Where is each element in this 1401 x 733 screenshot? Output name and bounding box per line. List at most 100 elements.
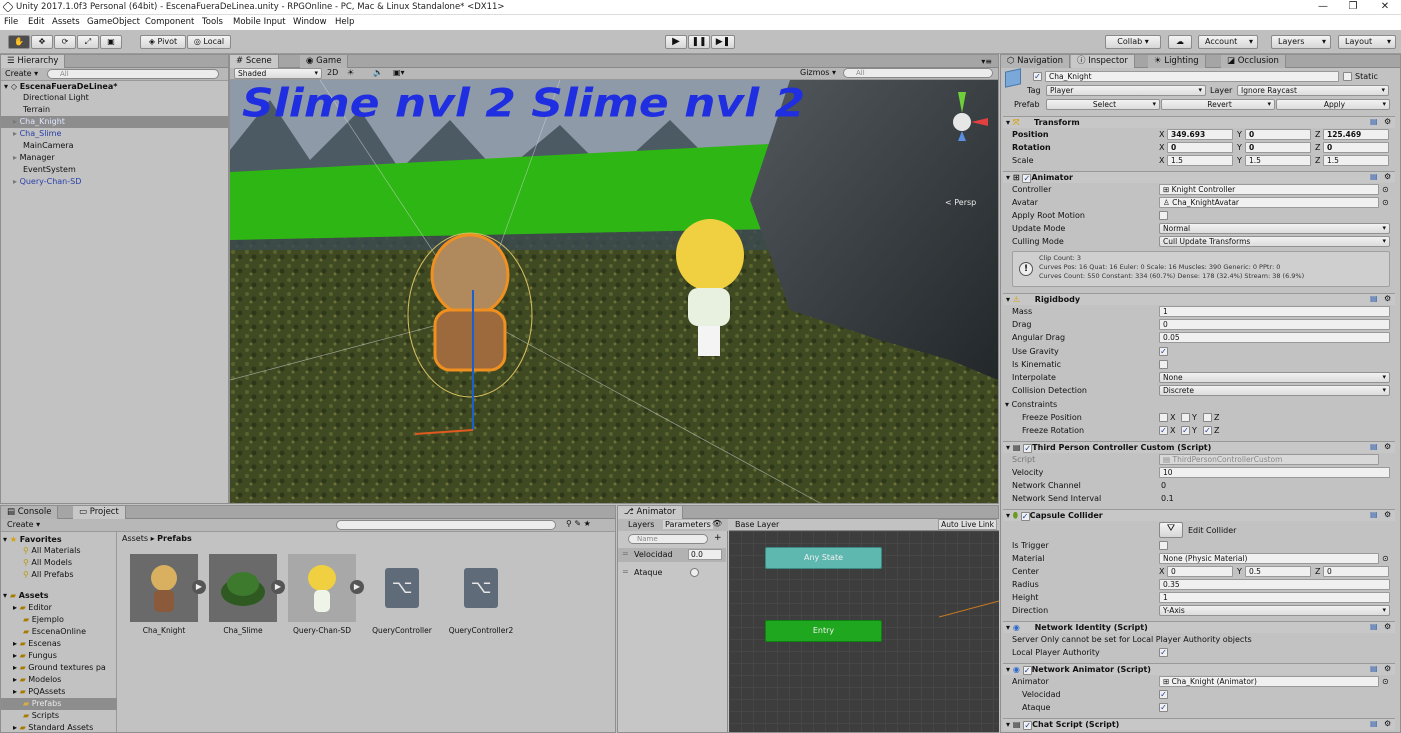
help-book-icon[interactable]: ▤ bbox=[1370, 622, 1378, 631]
folder-ejemplo[interactable]: ▰ Ejemplo bbox=[1, 614, 116, 626]
tab-inspector[interactable]: ⓘ Inspector bbox=[1071, 55, 1135, 68]
base-layer-breadcrumb[interactable]: Base Layer bbox=[735, 520, 779, 529]
collab-button[interactable]: Collab ▾ bbox=[1105, 35, 1161, 49]
expand-arrow-icon[interactable]: ▶ bbox=[192, 580, 206, 594]
height-input[interactable]: 1 bbox=[1159, 592, 1390, 603]
menu-edit[interactable]: Edit bbox=[28, 17, 44, 27]
menu-assets[interactable]: Assets bbox=[52, 17, 80, 27]
controller-field[interactable]: ⊞ Knight Controller bbox=[1159, 184, 1379, 195]
hierarchy-item-cha-slime[interactable]: ▸ Cha_Slime bbox=[1, 128, 228, 140]
folder-standard-assets[interactable]: ▸ ▰ Standard Assets bbox=[1, 722, 116, 733]
any-state-node[interactable]: Any State bbox=[765, 547, 882, 569]
auto-live-link-toggle[interactable]: Auto Live Link bbox=[938, 519, 997, 530]
hierarchy-item-manager[interactable]: ▸ Manager bbox=[1, 152, 228, 164]
scale-tool-icon[interactable]: ⤢ bbox=[77, 35, 99, 49]
folder-ground-textures[interactable]: ▸ ▰ Ground textures pa bbox=[1, 662, 117, 674]
layers-dropdown[interactable]: Layers ▾ bbox=[1271, 35, 1331, 49]
tab-navigation[interactable]: ⬡ Navigation bbox=[1001, 55, 1070, 68]
pivot-toggle[interactable]: ◈ Pivot bbox=[140, 35, 186, 49]
hierarchy-item-cha-knight[interactable]: ▸ Cha_Knight bbox=[1, 116, 228, 128]
animator-graph[interactable]: Base Layer Auto Live Link Any State Entr… bbox=[729, 519, 999, 732]
freeze-rot-z-checkbox[interactable]: ✓ bbox=[1203, 426, 1212, 435]
hierarchy-item-directional-light[interactable]: Directional Light bbox=[1, 92, 228, 104]
drag-handle-icon[interactable]: = bbox=[622, 549, 629, 558]
animator-component-header[interactable]: ▾ ⊞ ✓Animator bbox=[1003, 171, 1395, 183]
local-toggle[interactable]: ◎ Local bbox=[187, 35, 231, 49]
component-gear-icon[interactable]: ⚙ bbox=[1384, 294, 1391, 303]
subtab-parameters[interactable]: Parameters bbox=[663, 520, 713, 529]
active-checkbox[interactable]: ✓ bbox=[1033, 72, 1042, 81]
folder-fungus[interactable]: ▸ ▰ Fungus bbox=[1, 650, 116, 662]
tab-console[interactable]: ▤ Console bbox=[1, 506, 59, 519]
center-y-input[interactable]: 0.5 bbox=[1245, 566, 1311, 577]
cloud-icon[interactable]: ☁ bbox=[1168, 35, 1192, 49]
help-book-icon[interactable]: ▤ bbox=[1370, 664, 1378, 673]
component-gear-icon[interactable]: ⚙ bbox=[1384, 442, 1391, 451]
network-animator-header[interactable]: ▾ ◉ ✓Network Animator (Script) bbox=[1003, 663, 1395, 675]
use-gravity-checkbox[interactable]: ✓ bbox=[1159, 347, 1168, 356]
project-search-input[interactable] bbox=[336, 520, 556, 530]
net-velocidad-checkbox[interactable]: ✓ bbox=[1159, 690, 1168, 699]
drag-input[interactable]: 0 bbox=[1159, 319, 1390, 330]
capsule-collider-header[interactable]: ▾ ⬮ ✓Capsule Collider bbox=[1003, 509, 1395, 521]
component-gear-icon[interactable]: ⚙ bbox=[1384, 510, 1391, 519]
help-book-icon[interactable]: ▤ bbox=[1370, 719, 1378, 728]
menu-component[interactable]: Component bbox=[145, 17, 194, 27]
panel-menu-icon[interactable]: ▾≡ bbox=[981, 57, 992, 66]
tpc-enabled-checkbox[interactable]: ✓ bbox=[1023, 444, 1033, 453]
freeze-pos-z-checkbox[interactable] bbox=[1203, 413, 1212, 422]
help-book-icon[interactable]: ▤ bbox=[1370, 442, 1378, 451]
component-gear-icon[interactable]: ⚙ bbox=[1384, 172, 1391, 181]
project-create-button[interactable]: Create ▾ bbox=[7, 520, 40, 529]
filter-icons[interactable]: ⚲ ✎ ★ bbox=[566, 519, 591, 528]
object-picker-icon[interactable]: ⊙ bbox=[1382, 198, 1389, 207]
mass-input[interactable]: 1 bbox=[1159, 306, 1390, 317]
account-dropdown[interactable]: Account ▾ bbox=[1198, 35, 1258, 49]
assets-header[interactable]: ▾ ▰ Assets bbox=[1, 590, 116, 602]
tab-hierarchy[interactable]: ☰ Hierarchy bbox=[1, 55, 66, 68]
rigidbody-header[interactable]: ▾ ⚠ Rigidbody bbox=[1003, 293, 1395, 305]
layout-dropdown[interactable]: Layout ▾ bbox=[1338, 35, 1396, 49]
tab-lighting[interactable]: ☀ Lighting bbox=[1148, 55, 1206, 68]
network-channel-value[interactable]: 0 bbox=[1161, 481, 1166, 490]
freeze-rot-x-checkbox[interactable]: ✓ bbox=[1159, 426, 1168, 435]
transform-header[interactable]: ▾ ⤧ Transform bbox=[1003, 116, 1395, 128]
component-gear-icon[interactable]: ⚙ bbox=[1384, 719, 1391, 728]
parameter-search-input[interactable]: Name bbox=[628, 534, 708, 544]
velocity-input[interactable]: 10 bbox=[1159, 467, 1390, 478]
radius-input[interactable]: 0.35 bbox=[1159, 579, 1390, 590]
object-picker-icon[interactable]: ⊙ bbox=[1382, 185, 1389, 194]
help-book-icon[interactable]: ▤ bbox=[1370, 117, 1378, 126]
object-picker-icon[interactable]: ⊙ bbox=[1382, 554, 1389, 563]
scale-y-input[interactable]: 1.5 bbox=[1245, 155, 1311, 166]
tpc-script-header[interactable]: ▾ ▤ ✓Third Person Controller Custom (Scr… bbox=[1003, 441, 1395, 453]
edit-collider-button[interactable]: ⛛ bbox=[1159, 522, 1183, 538]
rotation-z-input[interactable]: 0 bbox=[1323, 142, 1389, 153]
folder-editor[interactable]: ▸ ▰ Editor bbox=[1, 602, 116, 614]
freeze-pos-x-checkbox[interactable] bbox=[1159, 413, 1168, 422]
animator-enabled-checkbox[interactable]: ✓ bbox=[1022, 174, 1032, 183]
tab-scene[interactable]: # Scene bbox=[230, 55, 279, 68]
animator-controller-icon[interactable]: ⌥ bbox=[464, 568, 498, 608]
prefab-revert-button[interactable]: Revert bbox=[1161, 99, 1275, 110]
center-z-input[interactable]: 0 bbox=[1323, 566, 1389, 577]
tab-project[interactable]: ▭ Project bbox=[73, 506, 126, 519]
eye-icon[interactable]: 👁 bbox=[712, 519, 722, 528]
direction-dropdown[interactable]: Y-Axis bbox=[1159, 605, 1390, 616]
layer-dropdown[interactable]: Ignore Raycast bbox=[1237, 85, 1389, 96]
scene-viewport[interactable]: Slime nvl 2 Slime nvl 2 < Persp bbox=[230, 80, 998, 503]
rotation-x-input[interactable]: 0 bbox=[1167, 142, 1233, 153]
play-button[interactable]: ▶ bbox=[665, 35, 687, 49]
parameter-value-velocidad[interactable]: 0.0 bbox=[688, 549, 722, 560]
hierarchy-search-input[interactable]: All bbox=[47, 69, 219, 79]
component-gear-icon[interactable]: ⚙ bbox=[1384, 622, 1391, 631]
menu-tools[interactable]: Tools bbox=[202, 17, 223, 27]
collision-detection-dropdown[interactable]: Discrete bbox=[1159, 385, 1390, 396]
scene-search-input[interactable]: All bbox=[843, 68, 993, 78]
maximize-button[interactable]: ❐ bbox=[1338, 0, 1368, 15]
scale-z-input[interactable]: 1.5 bbox=[1323, 155, 1389, 166]
asset-thumb-cha-slime[interactable] bbox=[209, 554, 277, 622]
minimize-button[interactable]: — bbox=[1308, 0, 1338, 15]
effects-icon[interactable]: ▣▾ bbox=[393, 68, 405, 77]
culling-mode-dropdown[interactable]: Cull Update Transforms bbox=[1159, 236, 1390, 247]
